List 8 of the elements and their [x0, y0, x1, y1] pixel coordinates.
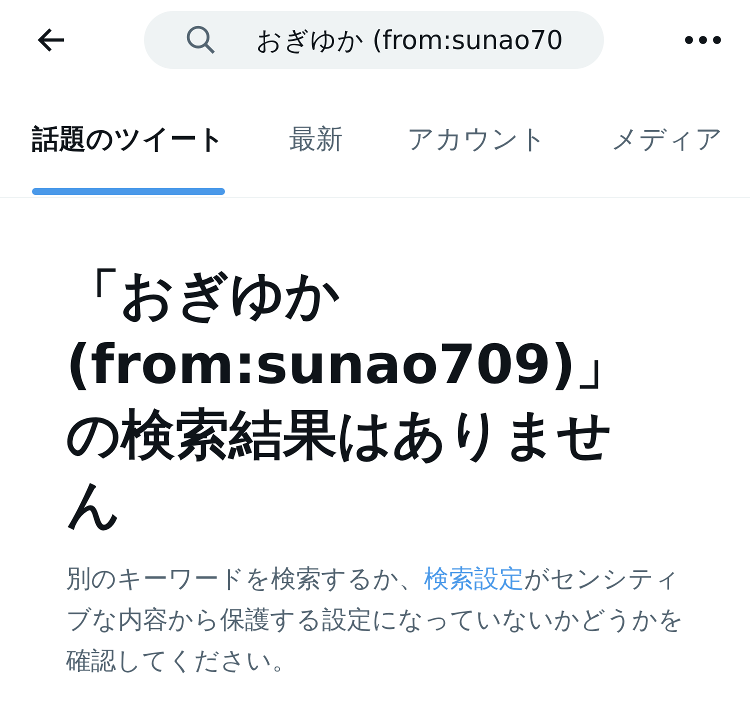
tab[interactable]: アカウント [407, 80, 547, 197]
tab[interactable]: 話題のツイート [32, 80, 225, 197]
empty-state-message: 別のキーワードを検索するか、検索設定がセンシティブな内容から保護する設定になっていないかどうかを確認してください。 [66, 563, 685, 677]
tab[interactable]: 最新 [289, 80, 343, 197]
more-icon[interactable] [684, 35, 722, 45]
search-field[interactable]: おぎゆか (from:sunao70 [144, 11, 604, 69]
empty-state-title: 「おぎゆか (from:sunao709)」の検索結果はありません [66, 262, 631, 538]
tab[interactable]: メディア [611, 80, 723, 197]
